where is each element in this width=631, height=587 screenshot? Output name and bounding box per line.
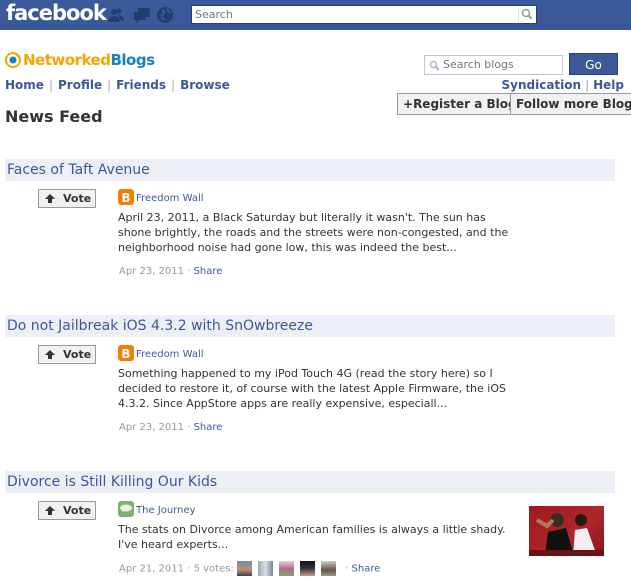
blogger-icon: B bbox=[118, 189, 134, 205]
post-title-bar: Faces of Taft Avenue bbox=[5, 159, 615, 181]
facebook-search-input[interactable] bbox=[195, 7, 515, 22]
post-title-link[interactable]: Divorce is Still Killing Our Kids bbox=[7, 474, 217, 490]
share-link[interactable]: Share bbox=[194, 266, 223, 277]
networkedblogs-logo-icon bbox=[5, 52, 21, 68]
help-link[interactable]: Help bbox=[593, 78, 624, 92]
go-button[interactable]: Go bbox=[569, 53, 618, 75]
up-arrow-stem bbox=[48, 511, 52, 515]
facebook-top-bar: facebook bbox=[0, 0, 631, 30]
post-date[interactable]: Apr 23, 2011 bbox=[119, 266, 184, 277]
voter-avatar[interactable] bbox=[257, 561, 273, 576]
voter-avatar[interactable] bbox=[320, 561, 336, 576]
voter-avatar[interactable] bbox=[278, 561, 294, 576]
source-name[interactable]: The Journey bbox=[136, 505, 196, 516]
nav-separator: | bbox=[107, 78, 112, 92]
syndication-link[interactable]: Syndication bbox=[502, 78, 582, 92]
post-title-bar: Do not Jailbreak iOS 4.3.2 with SnOwbree… bbox=[5, 315, 615, 337]
top-links: Syndication | Help bbox=[502, 78, 625, 92]
notifications-icon[interactable] bbox=[156, 6, 174, 24]
logo-text-blogs: Blogs bbox=[110, 51, 155, 69]
post-excerpt: April 23, 2011, a Black Saturday but lit… bbox=[118, 211, 509, 254]
voter-avatar[interactable] bbox=[236, 561, 252, 576]
voter-avatar[interactable] bbox=[299, 561, 315, 576]
nav-friends[interactable]: Friends bbox=[116, 78, 166, 92]
plus-icon: + bbox=[403, 97, 414, 111]
speech-bubble-icon bbox=[118, 501, 134, 517]
post-meta: Apr 23, 2011 · Share bbox=[119, 422, 223, 433]
nav-home[interactable]: Home bbox=[5, 78, 44, 92]
register-blog-label: Register a Blog bbox=[413, 97, 517, 111]
nav-profile[interactable]: Profile bbox=[58, 78, 102, 92]
post-meta: Apr 21, 2011 · 5 votes: · Share bbox=[119, 561, 380, 576]
search-blogs-input[interactable] bbox=[443, 58, 558, 71]
post-date[interactable]: Apr 21, 2011 bbox=[119, 564, 184, 575]
post-date[interactable]: Apr 23, 2011 bbox=[119, 422, 184, 433]
facebook-search-box[interactable] bbox=[191, 5, 537, 24]
register-blog-button[interactable]: +Register a Blog bbox=[397, 93, 523, 115]
post-title-link[interactable]: Faces of Taft Avenue bbox=[7, 162, 150, 178]
post-title-link[interactable]: Do not Jailbreak iOS 4.3.2 with SnOwbree… bbox=[7, 318, 313, 334]
nav-browse[interactable]: Browse bbox=[180, 78, 230, 92]
main-nav: Home | Profile | Friends | Browse bbox=[5, 78, 230, 92]
post-excerpt: Something happened to my iPod Touch 4G (… bbox=[118, 367, 506, 410]
share-link[interactable]: Share bbox=[194, 422, 223, 433]
up-arrow-stem bbox=[48, 199, 52, 203]
up-arrow-stem bbox=[48, 355, 52, 359]
nav-separator: | bbox=[48, 78, 53, 92]
search-blogs-box[interactable] bbox=[424, 55, 563, 75]
post-title-bar: Divorce is Still Killing Our Kids bbox=[5, 471, 615, 493]
share-link[interactable]: Share bbox=[352, 564, 381, 575]
facebook-logo[interactable]: facebook bbox=[6, 1, 107, 25]
follow-more-blogs-button[interactable]: Follow more Blogs bbox=[510, 93, 631, 115]
post-thumbnail[interactable] bbox=[529, 506, 604, 556]
vote-button[interactable]: Vote bbox=[38, 345, 96, 364]
friends-icon[interactable] bbox=[107, 6, 125, 24]
follow-more-blogs-label: Follow more Blogs bbox=[516, 97, 631, 111]
link-separator: | bbox=[585, 78, 590, 92]
vote-label: Vote bbox=[63, 504, 92, 517]
vote-label: Vote bbox=[63, 348, 92, 361]
page-title: News Feed bbox=[5, 107, 103, 126]
vote-button[interactable]: Vote bbox=[38, 501, 96, 520]
source-name[interactable]: Freedom Wall bbox=[136, 193, 204, 204]
post-meta: Apr 23, 2011 · Share bbox=[119, 266, 223, 277]
vote-button[interactable]: Vote bbox=[38, 189, 96, 208]
svg-text:B: B bbox=[121, 347, 130, 361]
search-icon bbox=[429, 60, 440, 71]
post-excerpt: The stats on Divorce among American fami… bbox=[118, 523, 506, 551]
blogger-icon: B bbox=[118, 345, 134, 361]
couple-photo bbox=[529, 513, 604, 556]
vote-count: 5 votes: bbox=[193, 563, 234, 575]
search-icon[interactable] bbox=[518, 8, 533, 21]
nav-separator: | bbox=[171, 78, 176, 92]
vote-label: Vote bbox=[63, 192, 92, 205]
source-name[interactable]: Freedom Wall bbox=[136, 349, 204, 360]
logo-text-networked: Networked bbox=[23, 51, 111, 69]
messages-icon[interactable] bbox=[133, 6, 151, 24]
svg-text:B: B bbox=[121, 191, 130, 205]
